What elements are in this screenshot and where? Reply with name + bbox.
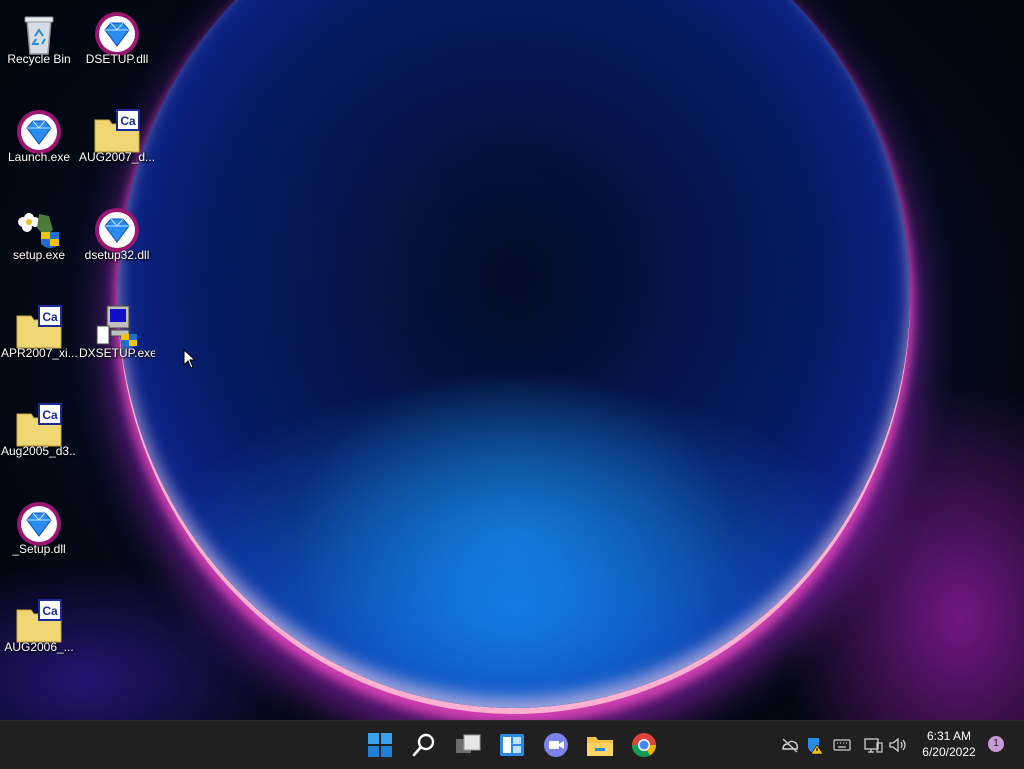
desktop-icon-apr2007-xi[interactable]: Ca APR2007_xi... (1, 296, 77, 388)
dxsetup-computer-icon (96, 305, 137, 348)
desktop-icon-label: Recycle Bin (7, 52, 71, 66)
network-icon[interactable] (863, 735, 883, 755)
desktop-icon-label: AUG2006_... (4, 640, 74, 654)
desktop-icon-dsetup-dll[interactable]: DSETUP.dll (79, 2, 155, 94)
teams-chat-icon (544, 733, 568, 757)
cab-folder-icon: Ca (16, 599, 62, 643)
search-icon (412, 733, 435, 757)
cab-folder-icon: Ca (16, 403, 62, 447)
clock-time: 6:31 AM (926, 729, 972, 743)
svg-text:Ca: Ca (42, 408, 58, 422)
diamond-installer-icon (17, 110, 61, 154)
desktop-icon-recycle-bin[interactable]: Recycle Bin (1, 2, 77, 94)
desktop-icon-label: dsetup32.dll (84, 248, 150, 262)
volume-icon[interactable] (888, 735, 908, 755)
keyboard-icon[interactable] (832, 735, 852, 755)
teams-chat-button[interactable] (540, 729, 572, 761)
file-explorer-icon (587, 737, 613, 756)
desktop-icon-dxsetup-exe[interactable]: DXSETUP.exe (79, 296, 155, 388)
desktop-icon-label: Launch.exe (7, 150, 71, 164)
desktop-icon-label: APR2007_xi... (1, 346, 77, 360)
chrome-button[interactable] (628, 729, 660, 761)
desktop-icon-label: DXSETUP.exe (79, 346, 155, 360)
security-warning-icon[interactable] (805, 735, 825, 755)
chrome-icon (632, 733, 656, 758)
search-button[interactable] (408, 729, 440, 761)
file-explorer-button[interactable] (584, 729, 616, 761)
mouse-cursor-icon (183, 349, 197, 369)
task-view-icon (456, 734, 481, 753)
widgets-icon (500, 734, 524, 756)
desktop-icon-aug2006[interactable]: Ca AUG2006_... (1, 590, 77, 682)
onedrive-offline-icon[interactable] (780, 735, 800, 755)
desktop-icon-dsetup32-dll[interactable]: dsetup32.dll (79, 198, 155, 290)
desktop-icon-aug2005-d3[interactable]: Ca Aug2005_d3... (1, 394, 77, 486)
clock-date: 6/20/2022 (922, 745, 976, 759)
diamond-installer-icon (17, 502, 61, 546)
desktop-icon-setup-dll[interactable]: _Setup.dll (1, 492, 77, 584)
desktop-icon-label: AUG2007_d... (79, 150, 155, 164)
svg-text:Ca: Ca (42, 604, 58, 618)
cab-folder-icon: Ca (94, 109, 140, 153)
cab-folder-icon: Ca (16, 305, 62, 349)
taskbar: 6:31 AM 6/20/2022 (0, 720, 1024, 769)
svg-text:Ca: Ca (120, 114, 136, 128)
diamond-installer-icon (95, 12, 139, 56)
desktop-icon-label: _Setup.dll (12, 542, 66, 556)
desktop-icon-label: DSETUP.dll (85, 52, 149, 66)
desktop-icon-aug2007-d[interactable]: Ca AUG2007_d... (79, 100, 155, 192)
desktop-icon-label: Aug2005_d3... (1, 444, 77, 458)
widgets-button[interactable] (496, 729, 528, 761)
desktop-icon-setup-exe[interactable]: setup.exe (1, 198, 77, 290)
start-icon (368, 733, 392, 757)
setup-flower-shield-icon (18, 213, 59, 248)
desktop-icon-launch-exe[interactable]: Launch.exe (1, 100, 77, 192)
notification-badge[interactable]: 1 (988, 736, 1004, 752)
system-clock[interactable]: 6:31 AM 6/20/2022 (912, 728, 986, 760)
recycle-bin-icon (24, 16, 54, 55)
desktop-icon-label: setup.exe (12, 248, 66, 262)
start-button[interactable] (364, 729, 396, 761)
svg-text:Ca: Ca (42, 310, 58, 324)
task-view-button[interactable] (452, 729, 484, 761)
diamond-installer-icon (95, 208, 139, 252)
